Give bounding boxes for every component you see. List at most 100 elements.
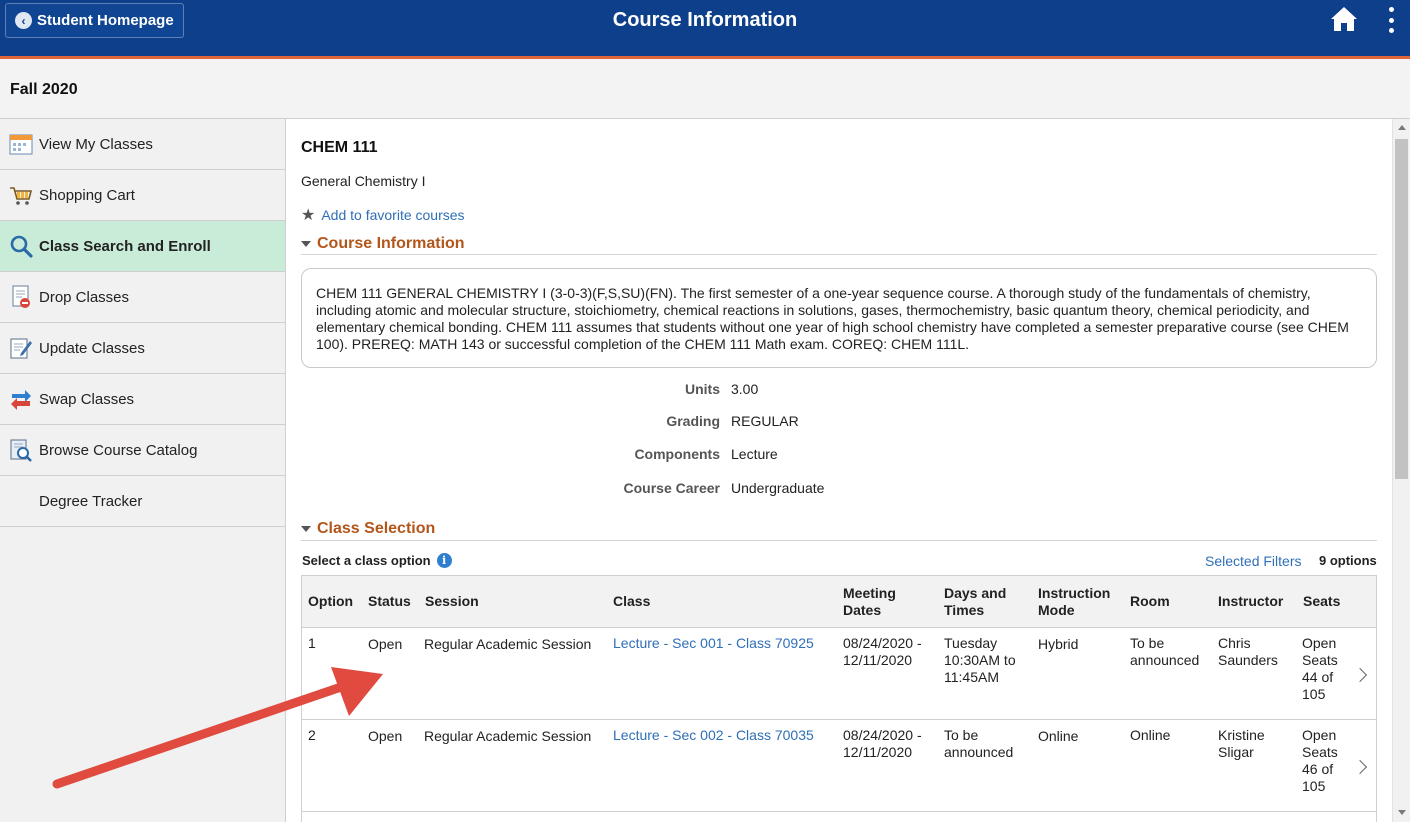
components-label: Components bbox=[634, 446, 720, 462]
scroll-up-arrow-icon[interactable] bbox=[1398, 125, 1406, 130]
star-icon: ★ bbox=[301, 207, 316, 224]
column-header-days-and-times: Days and Times bbox=[944, 585, 1007, 618]
column-header-status: Status bbox=[368, 593, 411, 609]
sidebar-item-browse-course-catalog[interactable]: Browse Course Catalog bbox=[0, 425, 285, 476]
sidebar-item-label: Update Classes bbox=[39, 339, 145, 357]
column-header-meeting-dates: Meeting Dates bbox=[843, 585, 896, 618]
sidebar-item-view-my-classes[interactable]: View My Classes bbox=[0, 119, 285, 170]
table-row[interactable]: 1 Open Regular Academic Session Lecture … bbox=[302, 628, 1376, 720]
selected-filters-link[interactable]: Selected Filters bbox=[1205, 553, 1301, 569]
sidebar-item-swap-classes[interactable]: Swap Classes bbox=[0, 374, 285, 425]
course-career-label: Course Career bbox=[623, 480, 721, 496]
column-header-option: Option bbox=[308, 593, 354, 609]
components-value: Lecture bbox=[731, 446, 778, 462]
chevron-left-icon: ‹ bbox=[15, 12, 32, 29]
collapse-triangle-icon bbox=[301, 525, 311, 532]
units-label: Units bbox=[685, 381, 720, 397]
room-cell: To be announced bbox=[1130, 635, 1200, 668]
chevron-right-icon[interactable] bbox=[1352, 759, 1368, 775]
grading-value: REGULAR bbox=[731, 413, 799, 429]
option-cell: 2 bbox=[308, 727, 316, 743]
student-homepage-button[interactable]: ‹ Student Homepage bbox=[5, 3, 184, 38]
room-cell: Online bbox=[1130, 727, 1171, 743]
class-selection-section-header[interactable]: Class Selection bbox=[301, 517, 1377, 541]
more-options-icon[interactable] bbox=[1386, 7, 1396, 33]
status-cell: Open bbox=[368, 636, 403, 652]
page-title: Course Information bbox=[612, 9, 798, 31]
sidebar-item-label: View My Classes bbox=[39, 135, 153, 153]
back-button-label: Student Homepage bbox=[37, 12, 174, 29]
instruction-mode-cell: Hybrid bbox=[1038, 636, 1079, 652]
option-cell: 1 bbox=[308, 635, 316, 651]
select-class-option-text: Select a class option bbox=[302, 553, 431, 568]
units-value: 3.00 bbox=[731, 381, 759, 397]
course-career-value: Undergraduate bbox=[731, 480, 825, 496]
add-favorite-link[interactable]: ★ Add to favorite courses bbox=[301, 205, 465, 225]
table-row[interactable]: 2 Open Regular Academic Session Lecture … bbox=[302, 720, 1376, 812]
section-title: Class Selection bbox=[317, 519, 436, 537]
session-cell: Regular Academic Session bbox=[424, 728, 592, 744]
edit-document-icon bbox=[0, 336, 39, 360]
sidebar-item-label: Degree Tracker bbox=[39, 492, 143, 510]
course-information-section-header[interactable]: Course Information bbox=[301, 233, 1377, 255]
scrollbar-thumb[interactable] bbox=[1395, 139, 1408, 479]
sidebar-item-label: Drop Classes bbox=[39, 288, 130, 306]
catalog-search-icon bbox=[0, 438, 39, 462]
sidebar-item-label: Browse Course Catalog bbox=[39, 441, 198, 459]
column-header-class: Class bbox=[613, 593, 651, 609]
collapse-triangle-icon bbox=[301, 240, 311, 247]
options-count: 9 options bbox=[1319, 553, 1377, 568]
header-bar: ‹ Student Homepage Course Information bbox=[0, 0, 1410, 56]
meeting-dates-cell: 08/24/2020 - 12/11/2020 bbox=[843, 727, 922, 760]
drop-classes-icon bbox=[0, 285, 39, 309]
shopping-cart-icon bbox=[0, 184, 39, 206]
term-label: Fall 2020 bbox=[10, 81, 78, 98]
class-link[interactable]: Lecture - Sec 002 - Class 70035 bbox=[613, 727, 814, 743]
column-header-instructor: Instructor bbox=[1218, 593, 1284, 609]
main-content: CHEM 111 General Chemistry I ★ Add to fa… bbox=[287, 119, 1392, 822]
vertical-scrollbar[interactable] bbox=[1392, 119, 1410, 822]
meeting-dates-cell: 08/24/2020 - 12/11/2020 bbox=[843, 635, 922, 668]
table-header: Option Status Session Class Meeting Date… bbox=[302, 576, 1376, 628]
class-link[interactable]: Lecture - Sec 001 - Class 70925 bbox=[613, 635, 814, 651]
sidebar-item-label: Class Search and Enroll bbox=[39, 237, 211, 255]
course-name: General Chemistry I bbox=[301, 173, 426, 189]
sidebar-item-label: Swap Classes bbox=[39, 390, 135, 408]
column-header-room: Room bbox=[1130, 593, 1170, 609]
chevron-right-icon[interactable] bbox=[1352, 667, 1368, 683]
course-description: CHEM 111 GENERAL CHEMISTRY I (3-0-3)(F,S… bbox=[301, 268, 1377, 368]
days-times-cell: To be announced bbox=[944, 727, 1014, 760]
sidebar-item-degree-tracker[interactable]: Degree Tracker bbox=[0, 476, 285, 527]
days-times-cell: Tuesday 10:30AM to 11:45AM bbox=[944, 635, 1016, 685]
add-favorite-label: Add to favorite courses bbox=[321, 207, 465, 223]
select-class-option-label: Select a class option i bbox=[302, 553, 452, 568]
column-header-seats: Seats bbox=[1303, 593, 1341, 609]
swap-arrows-icon bbox=[0, 387, 39, 411]
instruction-mode-cell: Online bbox=[1038, 728, 1079, 744]
status-cell: Open bbox=[368, 728, 403, 744]
info-icon[interactable]: i bbox=[436, 553, 452, 568]
sidebar: View My Classes Shopping Cart Class Sear… bbox=[0, 119, 286, 822]
seats-cell: Open Seats 46 of 105 bbox=[1302, 727, 1338, 794]
sidebar-item-shopping-cart[interactable]: Shopping Cart bbox=[0, 170, 285, 221]
course-code: CHEM 111 bbox=[301, 139, 378, 156]
table-row[interactable] bbox=[302, 812, 1376, 822]
column-header-session: Session bbox=[425, 593, 479, 609]
calendar-icon bbox=[0, 133, 39, 155]
home-icon[interactable] bbox=[1330, 6, 1358, 32]
grading-label: Grading bbox=[666, 413, 720, 429]
session-cell: Regular Academic Session bbox=[424, 636, 592, 652]
class-options-table: Option Status Session Class Meeting Date… bbox=[301, 575, 1377, 822]
term-bar: Fall 2020 bbox=[0, 59, 1410, 119]
search-icon bbox=[0, 234, 39, 258]
sidebar-item-label: Shopping Cart bbox=[39, 186, 135, 204]
sidebar-item-class-search-and-enroll[interactable]: Class Search and Enroll bbox=[0, 221, 285, 272]
instructor-cell: Kristine Sligar bbox=[1218, 727, 1265, 760]
section-title: Course Information bbox=[317, 234, 465, 252]
scroll-down-arrow-icon[interactable] bbox=[1398, 810, 1406, 815]
sidebar-item-drop-classes[interactable]: Drop Classes bbox=[0, 272, 285, 323]
sidebar-item-update-classes[interactable]: Update Classes bbox=[0, 323, 285, 374]
instructor-cell: Chris Saunders bbox=[1218, 635, 1278, 668]
seats-cell: Open Seats 44 of 105 bbox=[1302, 635, 1338, 702]
column-header-instruction-mode: Instruction Mode bbox=[1038, 585, 1111, 618]
